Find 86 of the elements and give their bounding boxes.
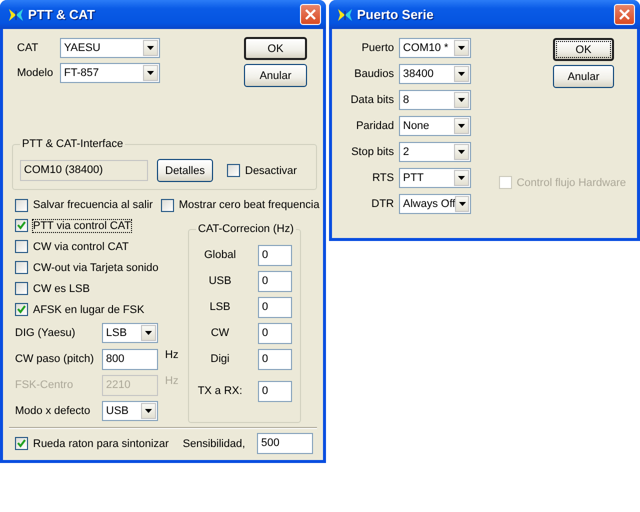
dialog-button[interactable]: Anular [244,64,307,87]
unit-label: Hz [165,375,178,387]
caret-icon [454,40,469,56]
dialog-button[interactable]: OK [244,37,307,60]
checkbox[interactable] [15,303,28,316]
dropdown[interactable]: 8 [399,90,471,110]
dropdown[interactable]: USB [102,401,158,421]
field-label: Puerto [360,42,394,54]
dropdown[interactable]: COM10 * [399,38,471,58]
field-label: CW [210,327,230,339]
dropdown[interactable]: 2 [399,142,471,162]
field-label: Digi [210,353,230,365]
details-button[interactable]: Detalles [157,159,213,182]
field-label: DIG (Yaesu) [15,327,76,339]
input-field[interactable]: 0 [258,244,292,266]
checkbox[interactable] [160,198,174,212]
checkbox[interactable] [227,164,240,177]
checkbox-label[interactable]: CW-out via Tarjeta sonido [33,262,159,274]
caret-icon [143,65,158,81]
caret-icon [455,196,469,212]
input-field[interactable]: 0 [258,322,292,344]
window-title: PTT & CAT [28,7,96,22]
caret-icon [141,403,156,419]
field-label: LSB [208,301,232,313]
field-label: CAT [16,42,40,54]
checkbox[interactable] [15,240,28,253]
port-field: COM10 (38400) [20,160,148,181]
checkbox-label[interactable]: Salvar frecuencia al salir [33,199,153,211]
input-field[interactable]: 0 [258,270,292,292]
checkbox-label[interactable]: CW es LSB [33,282,90,294]
dropdown[interactable]: 38400 [399,64,471,84]
input-field[interactable]: 0 [258,296,292,318]
caret-icon [454,66,469,82]
caret-icon [454,118,469,134]
group-title: CAT-Correcion (Hz) [196,223,296,235]
field-label: FSK-Centro [15,379,74,391]
checkbox[interactable] [15,198,28,212]
caret-icon [143,40,158,56]
butterfly-icon [8,8,24,22]
close-button[interactable] [614,4,635,25]
field-label: Modo x defecto [15,405,92,417]
butterfly-icon [337,8,353,22]
field-label: RTS [371,172,394,184]
checkbox[interactable] [15,437,28,450]
field-label: Global [203,249,237,261]
field-label: USB [208,275,232,287]
dropdown[interactable]: LSB [102,323,158,343]
close-icon [304,8,317,21]
checkbox[interactable] [15,219,28,232]
input-field[interactable]: 800 [102,348,158,370]
field-label: CW paso (pitch) [15,353,95,365]
input-field[interactable]: 0 [258,348,292,370]
field-label: TX a RX: [196,385,244,397]
field-label: Stop bits [350,146,394,158]
field-label: DTR [370,198,394,210]
dropdown[interactable]: None [399,116,471,136]
checkbox[interactable] [15,261,28,274]
checkbox-label[interactable]: Desactivar [245,164,297,176]
field-label: Sensibilidad, [182,438,246,450]
input-field[interactable]: 0 [258,380,292,402]
dropdown[interactable]: Always Off [399,194,471,214]
dropdown[interactable]: PTT [399,168,471,188]
close-icon [618,8,631,21]
window-title: Puerto Serie [357,7,435,22]
checkbox-label[interactable]: Rueda raton para sintonizar [33,438,169,450]
field-label: Baudios [353,68,394,80]
checkbox-label[interactable]: Mostrar cero beat frequencia [178,199,320,211]
dialog-button[interactable]: OK [553,38,614,61]
checkbox-label[interactable]: CW via control CAT [33,240,129,252]
dropdown[interactable]: YAESU [60,38,160,58]
checkbox-label[interactable]: PTT via control CAT [33,220,132,232]
checkbox[interactable] [15,282,28,295]
field-label: Paridad [355,120,394,132]
caret-icon [454,144,469,160]
close-button[interactable] [300,4,321,25]
checkbox-label[interactable]: AFSK en lugar de FSK [33,304,144,316]
caret-icon [454,170,469,186]
dropdown[interactable]: FT-857 [60,63,160,83]
unit-label: Hz [165,349,178,361]
input-field[interactable]: 500 [257,433,314,454]
caret-icon [454,92,469,108]
group-title: PTT & CAT-Interface [20,138,126,150]
field-label: Modelo [16,67,54,79]
field-label: Data bits [350,94,394,106]
caret-icon [141,325,156,341]
dialog-button[interactable]: Anular [553,65,614,88]
